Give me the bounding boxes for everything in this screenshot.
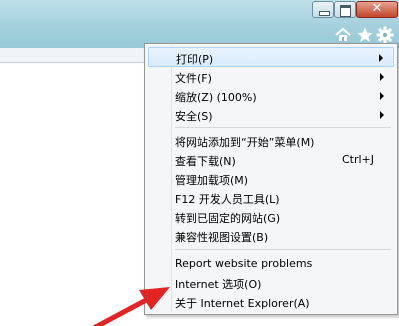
- annotation-arrow-icon: [92, 287, 170, 326]
